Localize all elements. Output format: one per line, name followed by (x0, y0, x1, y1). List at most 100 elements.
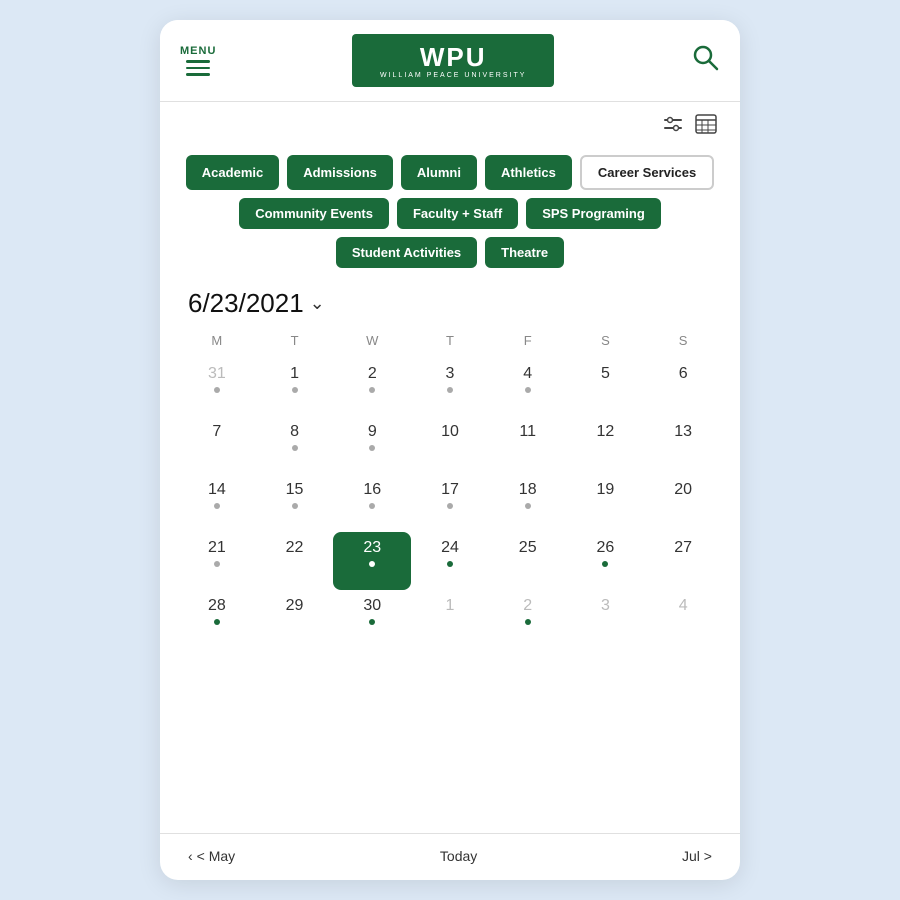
event-dot (525, 387, 531, 393)
calendar-body: M T W T F S S 31 1 2 3 4 5 6 7 8 9 10 11… (160, 319, 740, 833)
calendar-day-names: M T W T F S S (178, 327, 722, 354)
table-row[interactable]: 16 (333, 474, 411, 532)
table-row[interactable]: 7 (178, 416, 256, 474)
table-row[interactable]: 24 (411, 532, 489, 590)
table-row[interactable]: 27 (644, 532, 722, 590)
table-row[interactable]: 17 (411, 474, 489, 532)
filter-faculty-staff[interactable]: Faculty + Staff (397, 198, 518, 229)
today-button[interactable]: Today (440, 848, 477, 864)
table-row[interactable]: 22 (256, 532, 334, 590)
calendar-grid-icon[interactable] (694, 112, 718, 141)
filter-admissions[interactable]: Admissions (287, 155, 393, 190)
table-row[interactable]: 14 (178, 474, 256, 532)
table-row[interactable]: 21 (178, 532, 256, 590)
filter-row-2: Community Events Faculty + Staff SPS Pro… (239, 198, 661, 229)
event-dot (525, 503, 531, 509)
table-row[interactable]: 15 (256, 474, 334, 532)
table-row[interactable]: 25 (489, 532, 567, 590)
event-dot (369, 619, 375, 625)
calendar-header: 6/23/2021 ⌄ (160, 278, 740, 319)
table-row[interactable]: 8 (256, 416, 334, 474)
toolbar (160, 102, 740, 147)
day-name-tue: T (256, 327, 334, 354)
filter-athletics[interactable]: Athletics (485, 155, 572, 190)
table-row[interactable]: 2 (489, 590, 567, 648)
event-dot (214, 561, 220, 567)
table-row[interactable]: 6 (644, 358, 722, 416)
day-name-mon: M (178, 327, 256, 354)
day-name-fri: F (489, 327, 567, 354)
day-name-wed: W (333, 327, 411, 354)
table-row[interactable]: 19 (567, 474, 645, 532)
hamburger-icon (186, 60, 210, 76)
calendar-title[interactable]: 6/23/2021 ⌄ (188, 288, 712, 319)
table-row[interactable]: 1 (411, 590, 489, 648)
filter-alumni[interactable]: Alumni (401, 155, 477, 190)
table-row[interactable]: 18 (489, 474, 567, 532)
filter-sps-programing[interactable]: SPS Programing (526, 198, 661, 229)
event-dot (447, 387, 453, 393)
filter-icon[interactable] (662, 113, 684, 140)
table-row[interactable]: 11 (489, 416, 567, 474)
table-row[interactable]: 10 (411, 416, 489, 474)
table-row[interactable]: 3 (411, 358, 489, 416)
filter-area: Academic Admissions Alumni Athletics Car… (160, 147, 740, 278)
filter-student-activities[interactable]: Student Activities (336, 237, 477, 268)
table-row[interactable]: 29 (256, 590, 334, 648)
event-dot (369, 387, 375, 393)
table-row[interactable]: 31 (178, 358, 256, 416)
search-button[interactable] (690, 42, 720, 79)
table-row[interactable]: 30 (333, 590, 411, 648)
event-dot (292, 387, 298, 393)
filter-row-3: Student Activities Theatre (336, 237, 564, 268)
event-dot (369, 445, 375, 451)
logo: WPU WILLIAM PEACE UNIVERSITY (352, 34, 554, 87)
calendar-today[interactable]: 23 (333, 532, 411, 590)
event-dot (292, 445, 298, 451)
event-dot (602, 561, 608, 567)
event-dot (214, 619, 220, 625)
event-dot (369, 503, 375, 509)
app-frame: MENU WPU WILLIAM PEACE UNIVERSITY (160, 20, 740, 880)
logo-subtitle: WILLIAM PEACE UNIVERSITY (380, 72, 526, 79)
table-row[interactable]: 3 (567, 590, 645, 648)
table-row[interactable]: 20 (644, 474, 722, 532)
calendar-footer: ‹ < May Today Jul > (160, 833, 740, 880)
next-month-button[interactable]: Jul > (682, 848, 712, 864)
prev-chevron-icon: ‹ (188, 848, 193, 864)
table-row[interactable]: 13 (644, 416, 722, 474)
date-dropdown-icon[interactable]: ⌄ (310, 293, 325, 314)
table-row[interactable]: 12 (567, 416, 645, 474)
event-dot (525, 619, 531, 625)
menu-button[interactable]: MENU (180, 45, 216, 76)
day-name-sat: S (567, 327, 645, 354)
filter-career-services[interactable]: Career Services (580, 155, 714, 190)
event-dot (292, 503, 298, 509)
prev-month-button[interactable]: ‹ < May (188, 848, 235, 864)
table-row[interactable]: 2 (333, 358, 411, 416)
filter-community-events[interactable]: Community Events (239, 198, 389, 229)
prev-month-label: < May (197, 848, 236, 864)
filter-academic[interactable]: Academic (186, 155, 279, 190)
table-row[interactable]: 28 (178, 590, 256, 648)
event-dot (214, 503, 220, 509)
table-row[interactable]: 9 (333, 416, 411, 474)
filter-theatre[interactable]: Theatre (485, 237, 564, 268)
event-dot (214, 387, 220, 393)
calendar-date-text: 6/23/2021 (188, 288, 304, 319)
filter-row-1: Academic Admissions Alumni Athletics Car… (186, 155, 714, 190)
day-name-sun: S (644, 327, 722, 354)
event-dot (447, 561, 453, 567)
header: MENU WPU WILLIAM PEACE UNIVERSITY (160, 20, 740, 102)
table-row[interactable]: 26 (567, 532, 645, 590)
logo-text: WPU (380, 44, 526, 70)
today-dot (369, 561, 375, 567)
table-row[interactable]: 4 (644, 590, 722, 648)
next-month-label: Jul > (682, 848, 712, 864)
table-row[interactable]: 4 (489, 358, 567, 416)
table-row[interactable]: 5 (567, 358, 645, 416)
calendar-grid: 31 1 2 3 4 5 6 7 8 9 10 11 12 13 14 15 1… (178, 358, 722, 648)
event-dot (447, 503, 453, 509)
menu-label: MENU (180, 45, 216, 57)
table-row[interactable]: 1 (256, 358, 334, 416)
